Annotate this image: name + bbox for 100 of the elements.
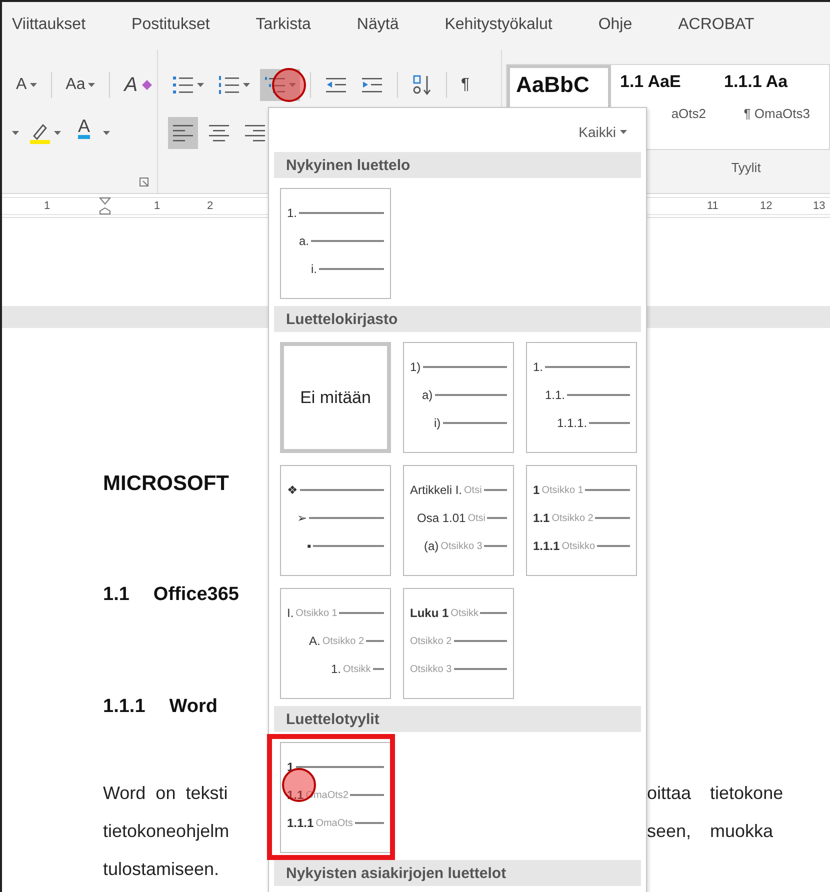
caret-icon — [30, 83, 37, 87]
heading-text: Office365 — [153, 584, 239, 607]
align-right-icon — [244, 124, 266, 142]
list-style-option[interactable]: Artikkeli I. Otsi Osa 1.01 Otsi (a) Otsikko 3 — [403, 465, 514, 576]
level-line — [454, 640, 507, 642]
level-number: I. — [287, 606, 294, 620]
level-number: a) — [422, 388, 433, 402]
style-option[interactable]: 1.1.1 Aa ¶ OmaOts3 — [715, 65, 819, 149]
ribbon-tab[interactable]: Ohje — [598, 12, 632, 40]
group-label: Tyylit — [730, 160, 762, 175]
level-number: Artikkeli I. — [410, 483, 462, 497]
level-line — [597, 545, 630, 547]
caret-icon — [103, 131, 110, 135]
level-number: 1.1.1 — [533, 539, 560, 553]
list-style-option[interactable]: 1. 1.1. 1.1.1. — [526, 342, 637, 453]
ruler-number: 11 — [707, 200, 720, 212]
body-text: Word on teksti — [103, 782, 229, 804]
level-line — [366, 640, 384, 642]
ruler-number: 12 — [760, 200, 774, 212]
level-text: Otsikko 3 — [410, 664, 452, 674]
caret-icon — [12, 131, 19, 135]
level-line — [442, 422, 507, 424]
align-left-button[interactable] — [168, 117, 198, 149]
body-text: tietokoneohjelm — [103, 820, 230, 842]
caret-icon — [243, 83, 250, 87]
decrease-indent-icon — [325, 77, 347, 93]
section-header: Nykyisten asiakirjojen luettelot — [274, 860, 641, 886]
list-style-option[interactable]: 1) a) i) — [403, 342, 514, 453]
caret-icon — [289, 83, 296, 87]
heading-text: Word — [169, 696, 218, 719]
ribbon-tab[interactable]: Kehitystyökalut — [444, 12, 552, 40]
list-style-option[interactable]: 1 Otsikko 1 1.1 Otsikko 2 1.1.1 Otsikko — [526, 465, 637, 576]
ruler-number: 2 — [207, 200, 214, 212]
level-number: ▪ — [307, 539, 312, 553]
level-number: 1.1. — [545, 388, 566, 402]
level-text: Otsikko — [562, 540, 596, 552]
level-number: 1. — [533, 360, 544, 374]
caret-icon — [620, 130, 627, 134]
increase-indent-icon — [361, 77, 383, 93]
level-number: 1) — [410, 360, 421, 374]
level-number: a. — [299, 234, 310, 248]
ruler-number: 13 — [813, 200, 826, 212]
ribbon-tab[interactable]: Viittaukset — [12, 12, 86, 40]
body-text: tulostamiseen. — [103, 858, 220, 880]
caret-icon — [54, 131, 61, 135]
level-line — [589, 422, 630, 424]
ribbon-tab[interactable]: Näytä — [356, 12, 399, 40]
ribbon-tab[interactable]: Postitukset — [132, 12, 210, 40]
level-line — [454, 668, 507, 670]
level-text: Otsikko 2 — [552, 512, 594, 524]
level-number: 1.1 — [533, 511, 550, 525]
highlighter-icon — [29, 122, 51, 144]
level-text: Otsikko 2 — [410, 636, 452, 646]
clear-formatting-button[interactable]: A — [120, 69, 157, 101]
align-center-icon — [208, 124, 230, 142]
ribbon-tab[interactable]: ACROBAT — [678, 12, 754, 40]
section-header: Luettelokirjasto — [274, 306, 641, 332]
level-line — [319, 268, 384, 270]
level-line — [350, 794, 384, 796]
list-style-option[interactable]: I. Otsikko 1 A. Otsikko 2 1. Otsikk — [280, 588, 391, 699]
level-line — [484, 489, 507, 491]
ribbon-tab[interactable]: Tarkista — [256, 12, 311, 40]
level-number: 1.1.1 — [287, 816, 314, 830]
level-line — [484, 545, 507, 547]
level-line — [567, 394, 630, 396]
list-style-option[interactable]: ❖ ➢ ▪ — [280, 465, 391, 576]
level-line — [313, 545, 384, 547]
list-style-option[interactable]: Ei mitään — [280, 342, 391, 453]
numbered-list-icon — [218, 76, 240, 94]
bullet-list-icon — [172, 76, 194, 94]
section-header: Nykyinen luettelo — [274, 152, 641, 178]
change-case-button[interactable]: Aa — [62, 69, 100, 101]
show-formatting-button[interactable]: ¶ — [457, 69, 483, 101]
ruler-number: 1 — [44, 200, 52, 212]
body-text: seen, muokka — [647, 820, 774, 842]
ruler-number: 1 — [154, 200, 162, 212]
list-style-option[interactable]: 1. a. i. — [280, 188, 391, 299]
level-number: Osa 1.01 — [417, 511, 466, 525]
level-text: OmaOts — [316, 818, 353, 828]
level-number: Luku 1 — [410, 606, 449, 620]
level-number: i) — [434, 416, 441, 430]
list-style-option[interactable]: Luku 1 Otsikk Otsikko 2 Otsikko 3 — [403, 588, 514, 699]
level-text: Otsi — [468, 512, 486, 524]
level-number: 1. — [331, 662, 342, 676]
font-color-button[interactable]: A — [71, 117, 97, 149]
level-line — [595, 517, 630, 519]
level-number: ➢ — [297, 511, 307, 525]
level-line — [585, 489, 630, 491]
level-line — [487, 517, 507, 519]
level-line — [339, 612, 384, 614]
grow-font-button[interactable]: A — [12, 69, 41, 101]
multilevel-button[interactable] — [260, 69, 300, 101]
level-text: Otsikko 3 — [440, 540, 482, 552]
level-number: (a) — [424, 539, 439, 553]
filter-dropdown[interactable]: Kaikki — [576, 122, 629, 142]
dialog-launcher-icon[interactable] — [139, 177, 149, 187]
level-number: 1. — [287, 206, 298, 220]
heading-number: 1.1.1 — [103, 696, 146, 719]
level-text: Otsikk — [343, 664, 371, 674]
level-text: Otsikko 1 — [542, 484, 584, 496]
